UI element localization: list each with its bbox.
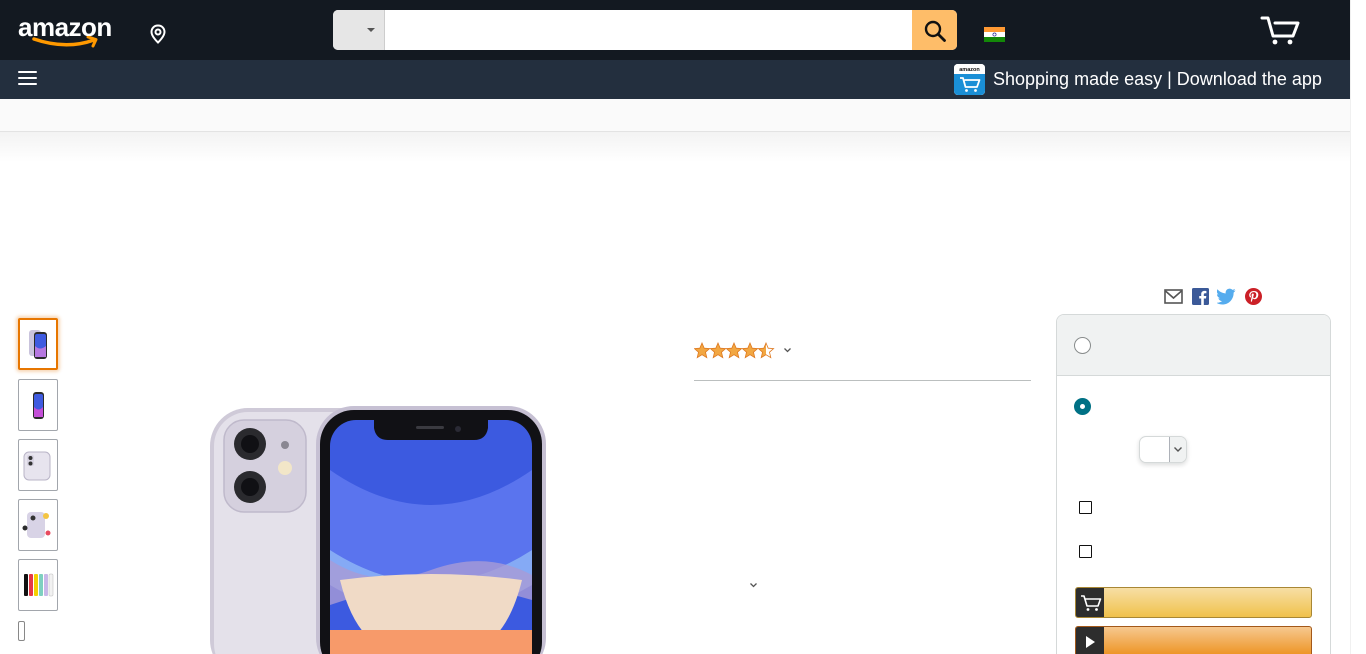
product-main-image[interactable] <box>206 400 550 654</box>
logo-smile-icon <box>32 36 98 48</box>
purchase-option-radio[interactable] <box>1074 337 1091 354</box>
location-pin-icon[interactable] <box>149 24 167 44</box>
section-divider <box>694 380 1031 381</box>
option-checkbox[interactable] <box>1079 501 1092 514</box>
add-to-cart-button[interactable] <box>1075 587 1312 618</box>
chevron-down-icon[interactable] <box>749 578 758 592</box>
rating-stars-icon[interactable] <box>694 342 776 360</box>
chevron-down-icon[interactable] <box>783 343 792 357</box>
search-department-select[interactable] <box>333 10 385 50</box>
more-thumbnails-indicator[interactable] <box>18 621 25 641</box>
option-checkbox[interactable] <box>1079 545 1092 558</box>
play-icon <box>1086 636 1095 648</box>
svg-text:amazon: amazon <box>959 67 980 73</box>
download-app-promo-link[interactable]: Shopping made easy | Download the app <box>993 68 1322 90</box>
facebook-icon[interactable] <box>1192 288 1209 305</box>
product-thumbnail[interactable] <box>18 318 58 370</box>
caret-down-icon <box>367 28 375 32</box>
sub-nav-strip <box>0 99 1350 132</box>
product-thumbnail[interactable] <box>18 499 58 551</box>
purchase-option-radio-selected[interactable] <box>1074 398 1091 415</box>
hamburger-menu-icon[interactable] <box>18 71 38 87</box>
nav-bar: amazon Shopping made easy | Download the… <box>0 60 1350 99</box>
quantity-select[interactable] <box>1139 436 1187 463</box>
iphone-front-thumbnail-image <box>33 392 44 419</box>
cart-icon-container <box>1076 588 1104 617</box>
india-flag-icon[interactable] <box>984 27 1005 42</box>
twitter-icon[interactable] <box>1217 288 1236 305</box>
search-bar <box>333 10 957 50</box>
scrollbar[interactable] <box>1350 0 1366 654</box>
buy-box-option-header <box>1057 315 1330 376</box>
product-thumbnail[interactable] <box>18 439 58 491</box>
buy-box <box>1056 314 1331 654</box>
iphone-back-thumbnail-image <box>23 451 51 481</box>
search-icon <box>924 20 946 42</box>
amazon-app-icon[interactable]: amazon <box>954 64 985 95</box>
amazon-logo[interactable]: amazon <box>18 12 118 50</box>
chevron-down-icon <box>1174 447 1182 452</box>
buy-now-button[interactable] <box>1075 626 1312 654</box>
play-icon-container <box>1076 627 1104 654</box>
cart-icon[interactable] <box>1259 14 1301 46</box>
cart-icon <box>1081 595 1102 611</box>
search-button[interactable] <box>912 10 957 50</box>
product-thumbnail[interactable] <box>18 559 58 611</box>
page: amazon amazon Shopping made easy | Downl… <box>0 0 1366 654</box>
search-input[interactable] <box>385 10 912 50</box>
iphone-thumbnail-image <box>29 330 47 359</box>
product-thumbnail[interactable] <box>18 379 58 431</box>
iphone-features-thumbnail-image <box>22 512 51 538</box>
quantity-dropdown-button[interactable] <box>1169 437 1186 462</box>
pinterest-icon[interactable] <box>1245 288 1262 305</box>
iphone-colors-thumbnail-image <box>24 573 54 597</box>
header-shadow <box>0 132 1350 162</box>
top-header: amazon <box>0 0 1366 60</box>
email-icon[interactable] <box>1164 288 1183 305</box>
